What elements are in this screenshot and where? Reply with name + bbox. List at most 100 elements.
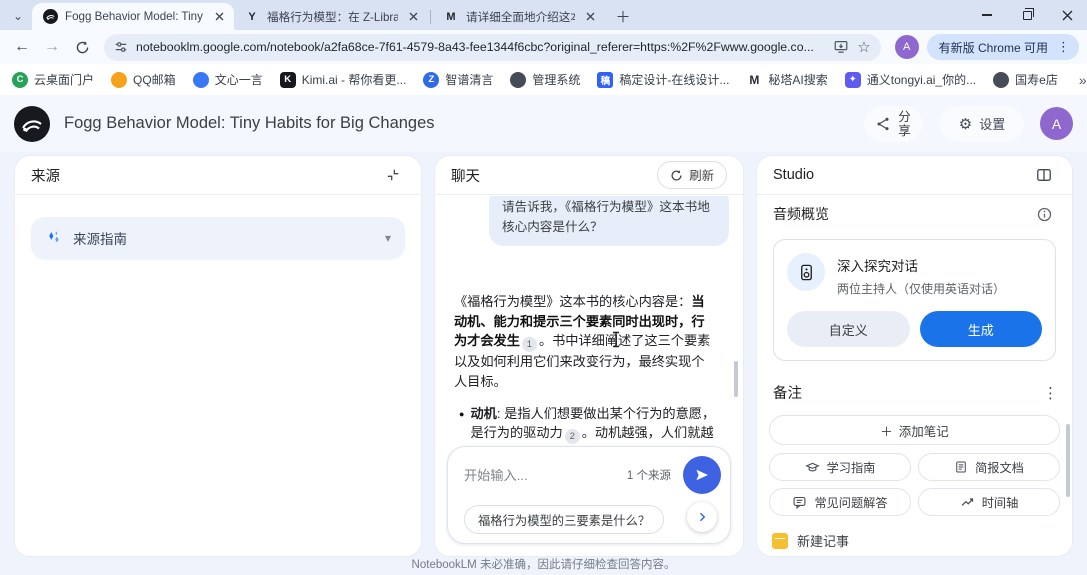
sparkle-icon (45, 229, 63, 247)
reload-button[interactable] (68, 33, 96, 61)
browser-tab-strip: ⌄ Fogg Behavior Model: Tiny H Y 福格行为模型：在… (0, 0, 1087, 30)
chat-panel: 聊天 刷新 请告诉我，《福格行为模型》这本书地核心内容是什么？ 《福格行为模型》… (434, 155, 744, 557)
bookmark-favicon: K (280, 72, 296, 88)
bookmark-label: 云桌面门户 (34, 71, 94, 88)
source-guide-card[interactable]: 来源指南 ▾ (31, 217, 405, 259)
bookmark-star-icon[interactable]: ☆ (857, 38, 870, 56)
notes-menu-icon[interactable]: ⋮ (1043, 384, 1058, 402)
collapse-panel-button[interactable] (381, 163, 405, 187)
update-chip-label: 有新版 Chrome 可用 (939, 39, 1048, 56)
browser-profile-avatar[interactable]: A (895, 35, 919, 59)
new-tab-button[interactable]: ＋ (611, 4, 635, 28)
send-button[interactable] (683, 456, 721, 494)
close-tab-icon[interactable] (582, 9, 598, 25)
bookmark-item[interactable]: 管理系统 (510, 71, 580, 88)
bookmark-favicon (193, 72, 209, 88)
toggle-panel-layout-button[interactable] (1032, 163, 1056, 187)
tab-zlibrary[interactable]: Y 福格行为模型：在 Z-Library 上 (234, 3, 428, 30)
note-icon (772, 533, 788, 549)
citation-chip[interactable]: 2 (565, 429, 580, 444)
notebooklm-favicon (42, 9, 58, 25)
info-button[interactable] (1032, 202, 1056, 226)
back-button[interactable]: ← (8, 33, 36, 61)
studio-scrollbar[interactable] (1066, 424, 1070, 497)
bookmark-favicon: ✦ (845, 72, 861, 88)
source-count-label[interactable]: 1 个来源 (627, 467, 671, 483)
add-note-button[interactable]: ＋ 添加笔记 (769, 415, 1060, 445)
faq-chip[interactable]: 常见问题解答 (769, 488, 911, 516)
graduation-cap-icon (805, 460, 820, 475)
forward-button[interactable]: → (38, 33, 66, 61)
refresh-button[interactable]: 刷新 (657, 161, 727, 189)
bookmark-favicon: C (12, 72, 28, 88)
panel-layout-icon (1036, 167, 1052, 183)
chat-scrollbar[interactable] (734, 361, 738, 397)
chat-input-card: 1 个来源 福格行为模型的三要素是什么？ (447, 446, 731, 544)
bookmark-item[interactable]: ✦通义tongyi.ai_你的... (845, 71, 976, 88)
refresh-label: 刷新 (689, 166, 714, 184)
tab-metaso[interactable]: M 请详细全面地介绍这本书《福格 (433, 3, 605, 30)
restore-icon (1023, 11, 1032, 20)
notebooklm-header: Fogg Behavior Model: Tiny Habits for Big… (0, 95, 1087, 152)
bookmark-label: 秘塔AI搜索 (768, 71, 827, 88)
bookmark-item[interactable]: 国寿e店 (993, 71, 1058, 88)
metaso-favicon: M (443, 9, 459, 25)
bullet-icon: ● (459, 408, 464, 446)
bookmark-label: Kimi.ai - 帮你看更... (302, 71, 407, 88)
window-controls (967, 0, 1087, 30)
bookmark-item[interactable]: Z智谱清言 (423, 71, 493, 88)
bookmark-item[interactable]: C 云桌面门户 (12, 71, 94, 88)
speech-bubble-icon (792, 495, 807, 510)
send-icon (694, 467, 710, 483)
chat-message-list: 请告诉我，《福格行为模型》这本书地核心内容是什么？ 《福格行为模型》这本书的核心… (435, 196, 743, 446)
citation-chip[interactable]: 1 (522, 337, 537, 352)
bookmark-label: 稿定设计-在线设计... (619, 71, 729, 88)
tab-notebooklm[interactable]: Fogg Behavior Model: Tiny H (32, 3, 234, 30)
share-button[interactable]: 分享 (864, 106, 922, 142)
browser-menu-icon[interactable]: ⋮ (1052, 39, 1075, 55)
timeline-chip[interactable]: 时间轴 (918, 488, 1060, 516)
chevron-down-icon: ⌄ (13, 9, 23, 23)
briefing-doc-chip[interactable]: 简报文档 (918, 453, 1060, 481)
site-settings-icon[interactable] (114, 40, 128, 54)
close-tab-icon[interactable] (405, 9, 421, 25)
chip-label: 简报文档 (975, 458, 1024, 476)
tab-separator (430, 10, 431, 24)
window-restore-button[interactable] (1007, 0, 1047, 30)
customize-button[interactable]: 自定义 (787, 311, 910, 347)
note-list-item[interactable]: 新建记事 (772, 531, 1072, 550)
speaker-icon (787, 253, 825, 291)
bookmark-item[interactable]: QQ邮箱 (111, 71, 176, 88)
install-app-icon[interactable] (833, 39, 849, 55)
window-minimize-button[interactable] (967, 0, 1007, 30)
studio-title: Studio (773, 167, 814, 183)
chat-input[interactable] (464, 468, 619, 483)
bookmark-item[interactable]: 文心一言 (193, 71, 263, 88)
settings-button[interactable]: ⚙ 设置 (940, 106, 1024, 142)
bookmark-item[interactable]: M秘塔AI搜索 (746, 71, 827, 88)
bookmark-label: QQ邮箱 (133, 71, 176, 88)
answer-text: 《福格行为模型》这本书的核心内容是： (454, 294, 691, 309)
app-profile-avatar[interactable]: A (1040, 107, 1073, 140)
tab-title: 请详细全面地介绍这本书《福格 (466, 9, 575, 25)
bookmarks-overflow-icon[interactable]: » (1075, 72, 1087, 88)
chip-label: 学习指南 (827, 458, 876, 476)
chrome-update-chip[interactable]: 有新版 Chrome 可用 ⋮ (927, 34, 1079, 60)
bookmark-item[interactable]: K Kimi.ai - 帮你看更... (280, 71, 407, 88)
minimize-icon (982, 14, 992, 15)
close-tab-icon[interactable] (211, 9, 227, 25)
bookmark-favicon: 稿 (597, 72, 613, 88)
sources-panel-header: 来源 (15, 156, 421, 195)
next-suggestion-button[interactable] (687, 502, 717, 532)
tab-search-button[interactable]: ⌄ (6, 5, 30, 27)
bookmark-item[interactable]: 稿稿定设计-在线设计... (597, 71, 729, 88)
close-icon (1062, 10, 1073, 21)
study-guide-chip[interactable]: 学习指南 (769, 453, 911, 481)
suggested-question-chip[interactable]: 福格行为模型的三要素是什么？ (464, 505, 664, 534)
deep-dive-info: 深入探究对话 两位主持人（仅使用英语对话） (787, 253, 1042, 297)
bullet-text: 动机: 是指人们想要做出某个行为的意愿，是行为的驱动力2。动机越强，人们就越有可… (470, 404, 717, 446)
window-close-button[interactable] (1047, 0, 1087, 30)
generate-button[interactable]: 生成 (920, 311, 1043, 347)
audio-overview-row: 音频概览 (757, 195, 1072, 233)
address-bar[interactable]: notebooklm.google.com/notebook/a2fa68ce-… (104, 34, 881, 61)
